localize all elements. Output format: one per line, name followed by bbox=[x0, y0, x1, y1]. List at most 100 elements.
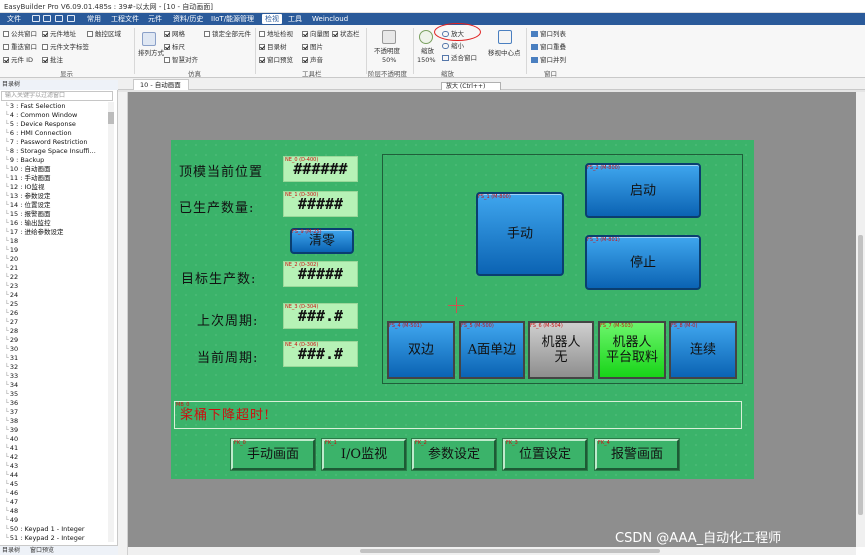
tree-item[interactable]: └9 : Backup bbox=[2, 156, 108, 165]
zoom-out-button[interactable]: 缩小 bbox=[442, 42, 464, 50]
tree-item[interactable]: └42 bbox=[2, 453, 108, 462]
fit-window-button[interactable]: 适合窗口 bbox=[442, 54, 477, 62]
single-side-a-button[interactable]: A面单边 bbox=[459, 321, 525, 379]
tree-item[interactable]: └5 : Device Response bbox=[2, 120, 108, 129]
tree-filter-input[interactable]: 输入关键字以过滤窗口 bbox=[1, 91, 113, 101]
tree-item[interactable]: └31 bbox=[2, 354, 108, 363]
check-lock-all[interactable]: 锁定全部元件 bbox=[204, 30, 251, 38]
tree-item[interactable]: └46 bbox=[2, 489, 108, 498]
tree-item[interactable]: └4 : Common Window bbox=[2, 111, 108, 120]
tree-item[interactable]: └18 bbox=[2, 237, 108, 246]
tree-item[interactable]: └40 bbox=[2, 435, 108, 444]
tree-item[interactable]: └48 bbox=[2, 507, 108, 516]
move-center-button[interactable]: 移视中心点 bbox=[488, 49, 521, 57]
save-icon[interactable] bbox=[32, 15, 40, 22]
tree-item[interactable]: └25 bbox=[2, 300, 108, 309]
tree-item[interactable]: └30 bbox=[2, 345, 108, 354]
tree-item[interactable]: └14 : 位置设定 bbox=[2, 201, 108, 210]
check-window-preview[interactable]: 窗口预览 bbox=[259, 56, 293, 64]
tree-item[interactable]: └32 bbox=[2, 363, 108, 372]
check-object-id[interactable]: 元件 ID bbox=[3, 56, 33, 64]
tree-item[interactable]: └36 bbox=[2, 399, 108, 408]
check-address-view[interactable]: 地址检视 bbox=[259, 30, 293, 38]
tree-item[interactable]: └38 bbox=[2, 417, 108, 426]
menu-tools[interactable]: 工具 bbox=[285, 14, 305, 24]
tree-item[interactable]: └39 bbox=[2, 426, 108, 435]
continuous-button[interactable]: 连续 bbox=[669, 321, 737, 379]
tree-item[interactable]: └13 : 参数设定 bbox=[2, 192, 108, 201]
undo-icon[interactable] bbox=[55, 15, 63, 22]
check-directory-tree[interactable]: 目录树 bbox=[259, 43, 287, 51]
check-vector-graphic[interactable]: 向量图 bbox=[302, 30, 330, 38]
check-status-bar[interactable]: 状态栏 bbox=[332, 30, 360, 38]
menu-file[interactable]: 文件 bbox=[4, 14, 24, 24]
tab-directory-tree[interactable]: 目录树 bbox=[2, 547, 20, 555]
tree-item[interactable]: └12 : IO监视 bbox=[2, 183, 108, 192]
tree-scrollbar-thumb[interactable] bbox=[108, 112, 114, 124]
tree-item[interactable]: └51 : Keypad 2 - Integer bbox=[2, 534, 108, 543]
start-button[interactable]: 启动 bbox=[585, 163, 701, 218]
window-cascade-button[interactable]: 窗口重叠 bbox=[531, 43, 566, 51]
menu-objects[interactable]: 元件 bbox=[145, 14, 165, 24]
tree-item[interactable]: └23 bbox=[2, 282, 108, 291]
check-public-window[interactable]: 公共窗口 bbox=[3, 30, 37, 38]
canvas-vertical-scrollbar-thumb[interactable] bbox=[858, 235, 863, 515]
tree-scrollbar[interactable] bbox=[108, 102, 114, 542]
tree-item[interactable]: └16 : 输出监控 bbox=[2, 219, 108, 228]
robot-none-button[interactable]: 机器人 无 bbox=[528, 321, 594, 379]
menu-project[interactable]: 工程文件 bbox=[108, 14, 142, 24]
check-grid[interactable]: 网格 bbox=[164, 30, 185, 38]
robot-platform-button[interactable]: 机器人 平台取料 bbox=[598, 321, 666, 379]
tree-item[interactable]: └43 bbox=[2, 462, 108, 471]
tree-item[interactable]: └7 : Password Restriction bbox=[2, 138, 108, 147]
check-sound[interactable]: 声音 bbox=[302, 56, 323, 64]
tree-item[interactable]: └26 bbox=[2, 309, 108, 318]
tree-item[interactable]: └24 bbox=[2, 291, 108, 300]
tree-item[interactable]: └8 : Storage Space Insuffi... bbox=[2, 147, 108, 156]
check-ruler[interactable]: 标尺 bbox=[164, 43, 185, 51]
menu-iiot[interactable]: IIoT/能源管理 bbox=[208, 14, 257, 24]
tab-window-preview[interactable]: 窗口预览 bbox=[30, 547, 54, 555]
tree-item[interactable]: └28 bbox=[2, 327, 108, 336]
tree-item[interactable]: └44 bbox=[2, 471, 108, 480]
tree-item[interactable]: └37 bbox=[2, 408, 108, 417]
move-center-icon[interactable] bbox=[498, 30, 512, 44]
tree-item[interactable]: └33 bbox=[2, 372, 108, 381]
tab-auto-screen[interactable]: 10 - 自动画面 bbox=[133, 79, 189, 90]
menu-data-history[interactable]: 资料/历史 bbox=[170, 14, 206, 24]
check-overlap-window[interactable]: 重迭窗口 bbox=[3, 43, 37, 51]
tree-item[interactable]: └34 bbox=[2, 381, 108, 390]
tree-item[interactable]: └45 bbox=[2, 480, 108, 489]
save-all-icon[interactable] bbox=[43, 15, 51, 22]
menu-home[interactable]: 常用 bbox=[84, 14, 104, 24]
tree-item[interactable]: └47 bbox=[2, 498, 108, 507]
check-touch-area[interactable]: 触控区域 bbox=[87, 30, 121, 38]
tree-item[interactable]: └3 : Fast Selection bbox=[2, 102, 108, 111]
tree-item[interactable]: └15 : 报警画面 bbox=[2, 210, 108, 219]
tree-item[interactable]: └35 bbox=[2, 390, 108, 399]
double-side-button[interactable]: 双边 bbox=[387, 321, 455, 379]
menu-view[interactable]: 检视 bbox=[262, 14, 282, 24]
tree-item[interactable]: └50 : Keypad 1 - Integer bbox=[2, 525, 108, 534]
tree-item[interactable]: └29 bbox=[2, 336, 108, 345]
window-tile-button[interactable]: 窗口并列 bbox=[531, 56, 566, 64]
tree-item[interactable]: └10 : 自动画面 bbox=[2, 165, 108, 174]
zoom-value[interactable]: 150% bbox=[417, 56, 436, 64]
tree-item[interactable]: └11 : 手动画面 bbox=[2, 174, 108, 183]
tree-item[interactable]: └41 bbox=[2, 444, 108, 453]
tree-item[interactable]: └21 bbox=[2, 264, 108, 273]
check-object-address[interactable]: 元件地址 bbox=[42, 30, 76, 38]
canvas-horizontal-scrollbar-thumb[interactable] bbox=[360, 549, 660, 553]
window-list-button[interactable]: 窗口列表 bbox=[531, 30, 566, 38]
opacity-value[interactable]: 50% bbox=[382, 56, 396, 64]
check-object-text-label[interactable]: 元件文字标签 bbox=[42, 43, 89, 51]
tree-item[interactable]: └27 bbox=[2, 318, 108, 327]
redo-icon[interactable] bbox=[67, 15, 75, 22]
tree-item[interactable]: └19 bbox=[2, 246, 108, 255]
menu-weincloud[interactable]: Weincloud bbox=[309, 14, 351, 24]
align-button[interactable]: 排列方式 bbox=[138, 49, 164, 57]
tree-item[interactable]: └20 bbox=[2, 255, 108, 264]
stop-button[interactable]: 停止 bbox=[585, 235, 701, 290]
manual-button[interactable]: 手动 bbox=[476, 192, 564, 276]
tree-item[interactable]: └17 : 进给参数设定 bbox=[2, 228, 108, 237]
